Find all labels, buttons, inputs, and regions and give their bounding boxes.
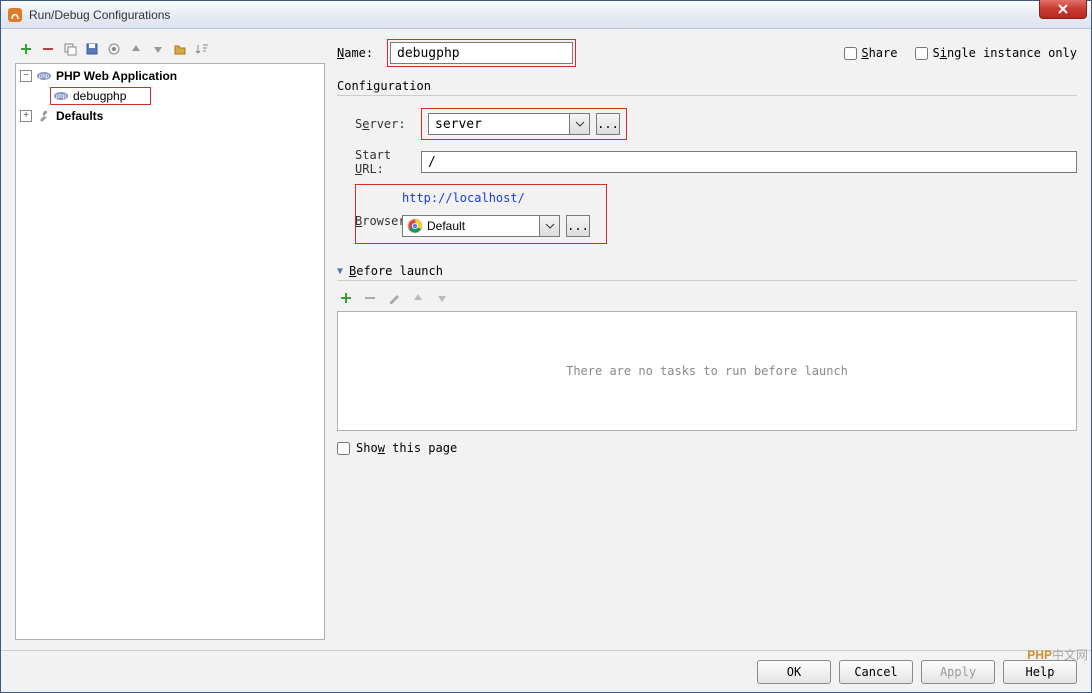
- chrome-icon: [407, 218, 423, 234]
- folder-button[interactable]: [171, 40, 189, 58]
- button-bar: OK Cancel Apply Help: [1, 650, 1091, 692]
- name-label: Name:: [337, 46, 379, 60]
- right-panel: Name: Share Single instance only Con: [337, 39, 1077, 640]
- show-this-page-text: Show this page: [356, 441, 457, 455]
- browser-browse-button[interactable]: ...: [566, 215, 590, 237]
- left-panel: − php PHP Web Application php debugphp +…: [15, 39, 325, 640]
- close-button[interactable]: [1039, 0, 1087, 19]
- window-title: Run/Debug Configurations: [29, 8, 170, 22]
- move-down-button[interactable]: [149, 40, 167, 58]
- php-run-icon: php: [53, 88, 69, 104]
- tree-node-debugphp[interactable]: php debugphp: [18, 86, 322, 106]
- share-text: Share: [861, 46, 897, 60]
- start-url-row: Start URL:: [337, 148, 1077, 176]
- name-highlight: [387, 39, 576, 67]
- bl-add-button[interactable]: [337, 289, 355, 307]
- before-launch-header[interactable]: ▼ Before launch: [337, 264, 1077, 278]
- chevron-down-icon[interactable]: [539, 216, 559, 236]
- share-checkbox[interactable]: [844, 47, 857, 60]
- collapse-icon[interactable]: −: [20, 70, 32, 82]
- bl-edit-button[interactable]: [385, 289, 403, 307]
- share-checkbox-label[interactable]: Share: [844, 46, 897, 60]
- app-icon: [7, 7, 23, 23]
- server-highlight: ...: [421, 108, 627, 140]
- browser-value: Default: [427, 219, 539, 233]
- wrench-icon: [36, 108, 52, 124]
- left-toolbar: [15, 39, 325, 63]
- single-instance-checkbox[interactable]: [915, 47, 928, 60]
- browser-select[interactable]: Default: [402, 215, 560, 237]
- before-launch-toolbar: [337, 289, 1077, 307]
- show-this-page-checkbox[interactable]: [337, 442, 350, 455]
- watermark-brand: PHP: [1027, 648, 1052, 662]
- start-url-label: Start URL:: [337, 148, 421, 176]
- expand-icon[interactable]: +: [20, 110, 32, 122]
- before-launch-empty-text: There are no tasks to run before launch: [566, 364, 848, 378]
- watermark-text: 中文网: [1052, 648, 1088, 662]
- bl-down-button[interactable]: [433, 289, 451, 307]
- apply-button[interactable]: Apply: [921, 660, 995, 684]
- php-config-icon: php: [36, 68, 52, 84]
- configuration-section: Configuration Server: ... Start UR: [337, 79, 1077, 244]
- close-icon: [1057, 4, 1069, 14]
- single-instance-text: Single instance only: [932, 46, 1077, 60]
- watermark: PHP中文网: [1027, 646, 1088, 663]
- remove-config-button[interactable]: [39, 40, 57, 58]
- save-config-button[interactable]: [83, 40, 101, 58]
- triangle-down-icon: ▼: [337, 266, 343, 277]
- before-launch-list[interactable]: There are no tasks to run before launch: [337, 311, 1077, 431]
- server-browse-button[interactable]: ...: [596, 113, 620, 135]
- ok-button[interactable]: OK: [757, 660, 831, 684]
- url-preview: http://localhost/: [364, 191, 598, 205]
- tree-node-defaults[interactable]: + Defaults: [18, 106, 322, 126]
- sort-button[interactable]: [193, 40, 211, 58]
- before-launch-title: Before launch: [349, 264, 443, 278]
- server-row: Server: ...: [337, 108, 1077, 140]
- tree-label: Defaults: [56, 109, 103, 123]
- config-tree[interactable]: − php PHP Web Application php debugphp +…: [15, 63, 325, 640]
- copy-config-button[interactable]: [61, 40, 79, 58]
- show-this-page-label[interactable]: Show this page: [337, 441, 1077, 455]
- name-row: Name: Share Single instance only: [337, 39, 1077, 67]
- tree-highlight: php debugphp: [50, 87, 151, 105]
- content-area: − php PHP Web Application php debugphp +…: [1, 29, 1091, 650]
- single-instance-label[interactable]: Single instance only: [915, 46, 1077, 60]
- edit-defaults-button[interactable]: [105, 40, 123, 58]
- browser-highlight: http://localhost/ Default ...: [355, 184, 607, 244]
- divider: [337, 95, 1077, 96]
- bl-remove-button[interactable]: [361, 289, 379, 307]
- tree-label: debugphp: [73, 89, 126, 103]
- help-button[interactable]: Help: [1003, 660, 1077, 684]
- tree-node-php-web-app[interactable]: − php PHP Web Application: [18, 66, 322, 86]
- svg-text:php: php: [39, 74, 50, 80]
- server-value[interactable]: [429, 114, 569, 134]
- add-config-button[interactable]: [17, 40, 35, 58]
- server-label: Server:: [337, 117, 421, 131]
- before-launch-section: ▼ Before launch There are no tasks to ru…: [337, 264, 1077, 455]
- server-select[interactable]: [428, 113, 590, 135]
- titlebar: Run/Debug Configurations: [1, 1, 1091, 29]
- name-input[interactable]: [390, 42, 573, 64]
- tree-label: PHP Web Application: [56, 69, 177, 83]
- cancel-button[interactable]: Cancel: [839, 660, 913, 684]
- bl-up-button[interactable]: [409, 289, 427, 307]
- configuration-title: Configuration: [337, 79, 1077, 93]
- move-up-button[interactable]: [127, 40, 145, 58]
- chevron-down-icon[interactable]: [569, 114, 589, 134]
- start-url-input[interactable]: [421, 151, 1077, 173]
- svg-text:php: php: [56, 94, 67, 100]
- divider: [337, 280, 1077, 281]
